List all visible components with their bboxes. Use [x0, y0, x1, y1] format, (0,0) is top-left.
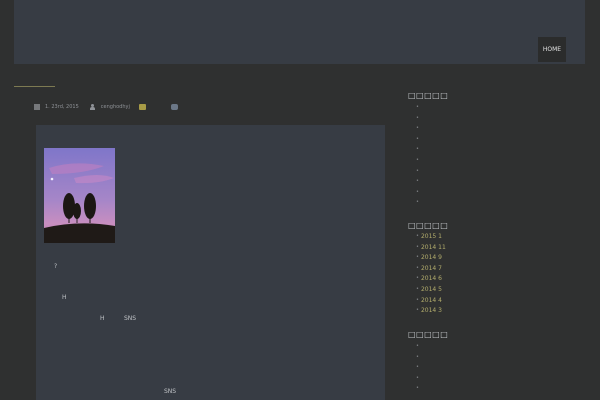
archive-item[interactable]: 2015 1: [416, 231, 446, 242]
post-text-line: H: [62, 294, 67, 301]
title-underline: [14, 86, 55, 87]
sidebar-item[interactable]: [416, 113, 421, 124]
post-content: ? H H SNS SNS: [36, 125, 385, 400]
sidebar-item[interactable]: [416, 197, 421, 208]
sidebar-heading: □□□□□: [408, 91, 449, 100]
calendar-icon: [34, 103, 40, 110]
sidebar-item[interactable]: [416, 102, 421, 113]
post-text-line: ?: [54, 263, 58, 270]
archive-item[interactable]: 2014 4: [416, 295, 446, 306]
comment-icon[interactable]: [170, 103, 178, 110]
sidebar-item[interactable]: [416, 176, 421, 187]
archive-item[interactable]: 2014 5: [416, 284, 446, 295]
post-text-line: SNS: [124, 315, 137, 322]
sidebar-item[interactable]: [416, 166, 421, 177]
archive-item[interactable]: 2014 9: [416, 252, 446, 263]
sidebar-heading: □□□□□: [408, 330, 449, 339]
sidebar-list: [416, 341, 421, 394]
user-icon: [90, 103, 96, 110]
sidebar-list: [416, 102, 421, 208]
archive-item[interactable]: 2014 7: [416, 263, 446, 274]
post-text-line: H: [100, 315, 105, 322]
sidebar-item[interactable]: [416, 341, 421, 352]
sidebar-item[interactable]: [416, 352, 421, 363]
tag-icon[interactable]: [138, 103, 146, 110]
archive-item[interactable]: 2014 3: [416, 305, 446, 316]
post-text-line: SNS: [164, 388, 177, 395]
sidebar-item[interactable]: [416, 134, 421, 145]
post-author-link[interactable]: cenghodhyj: [101, 104, 130, 110]
sidebar-heading-archive: □□□□□: [408, 221, 449, 230]
sidebar-item[interactable]: [416, 187, 421, 198]
nav-home-link[interactable]: HOME: [538, 37, 566, 62]
sidebar-item[interactable]: [416, 383, 421, 394]
sidebar-item[interactable]: [416, 144, 421, 155]
post-meta: 1. 23rd, 2015 cenghodhyj: [34, 102, 178, 111]
archive-item[interactable]: 2014 11: [416, 242, 446, 253]
archive-item[interactable]: 2014 6: [416, 273, 446, 284]
site-header: HOME: [14, 0, 585, 64]
sidebar-item[interactable]: [416, 155, 421, 166]
sidebar-item[interactable]: [416, 123, 421, 134]
archive-list: 2015 1 2014 11 2014 9 2014 7 2014 6 2014…: [416, 231, 446, 316]
sidebar-item[interactable]: [416, 362, 421, 373]
sidebar-item[interactable]: [416, 373, 421, 384]
post-date: 1. 23rd, 2015: [45, 103, 79, 110]
post-photo-trees-at-dusk[interactable]: [44, 148, 115, 243]
